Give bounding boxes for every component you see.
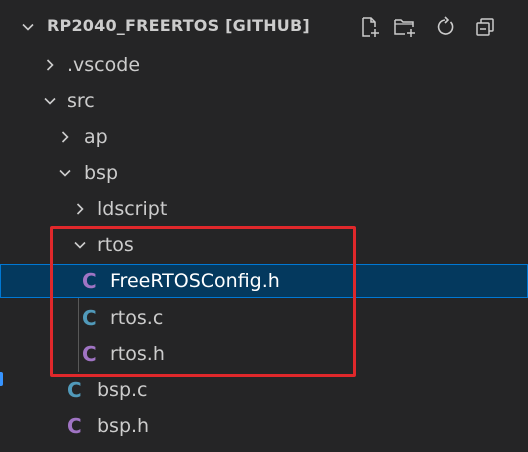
collapse-all-button[interactable]	[472, 14, 498, 40]
explorer-title: RP2040_FREERTOS [GITHUB]	[47, 16, 310, 35]
tree-item-ap[interactable]: ap	[0, 119, 528, 155]
new-file-button[interactable]	[357, 14, 383, 40]
chevron-right-icon	[61, 131, 69, 143]
chevron-right-icon	[76, 203, 84, 215]
tree-item-rtos-c[interactable]: C rtos.c	[0, 300, 528, 336]
collapse-all-icon	[476, 18, 494, 36]
tree-item-freertosconfig-h[interactable]: C FreeRTOSConfig.h	[0, 264, 528, 298]
tree-item-label: rtos.h	[110, 343, 165, 365]
tree-item-label: .vscode	[67, 54, 141, 76]
c-header-file-icon: C	[67, 414, 82, 438]
tree-item-rtos-h[interactable]: C rtos.h	[0, 336, 528, 372]
new-folder-icon	[394, 19, 415, 37]
tree-item-label: ldscript	[97, 198, 168, 220]
chevron-right-icon	[46, 59, 54, 71]
tree-item-label: src	[67, 90, 95, 112]
c-header-file-icon: C	[82, 342, 97, 366]
tree-item-bsp[interactable]: bsp	[0, 155, 528, 191]
new-folder-button[interactable]	[392, 14, 418, 40]
refresh-icon	[437, 16, 454, 35]
new-file-icon	[362, 17, 379, 37]
scroll-marker	[0, 372, 3, 386]
c-file-icon: C	[67, 378, 82, 402]
tree-item-label: bsp.c	[97, 379, 148, 401]
tree-item-label: rtos	[97, 234, 134, 256]
chevron-down-icon	[59, 169, 71, 177]
tree-item-rtos[interactable]: rtos	[0, 227, 528, 263]
tree-item-vscode[interactable]: .vscode	[0, 47, 528, 83]
chevron-down-icon[interactable]	[20, 19, 36, 35]
chevron-down-icon	[44, 97, 56, 105]
refresh-button[interactable]	[432, 14, 458, 40]
tree-item-bsp-h[interactable]: C bsp.h	[0, 408, 528, 444]
c-file-icon: C	[82, 306, 97, 330]
tree-item-label: rtos.c	[110, 307, 164, 329]
tree-item-ldscript[interactable]: ldscript	[0, 191, 528, 227]
chevron-down-icon	[74, 241, 86, 249]
tree-item-label: FreeRTOSConfig.h	[110, 270, 280, 292]
tree-item-label: ap	[84, 126, 108, 148]
tree-item-label: bsp	[84, 162, 119, 184]
explorer-header[interactable]: RP2040_FREERTOS [GITHUB]	[0, 0, 528, 54]
tree-item-bsp-c[interactable]: C bsp.c	[0, 372, 528, 408]
tree-item-src[interactable]: src	[0, 83, 528, 119]
c-header-file-icon: C	[82, 269, 97, 293]
tree-item-label: bsp.h	[97, 415, 150, 437]
